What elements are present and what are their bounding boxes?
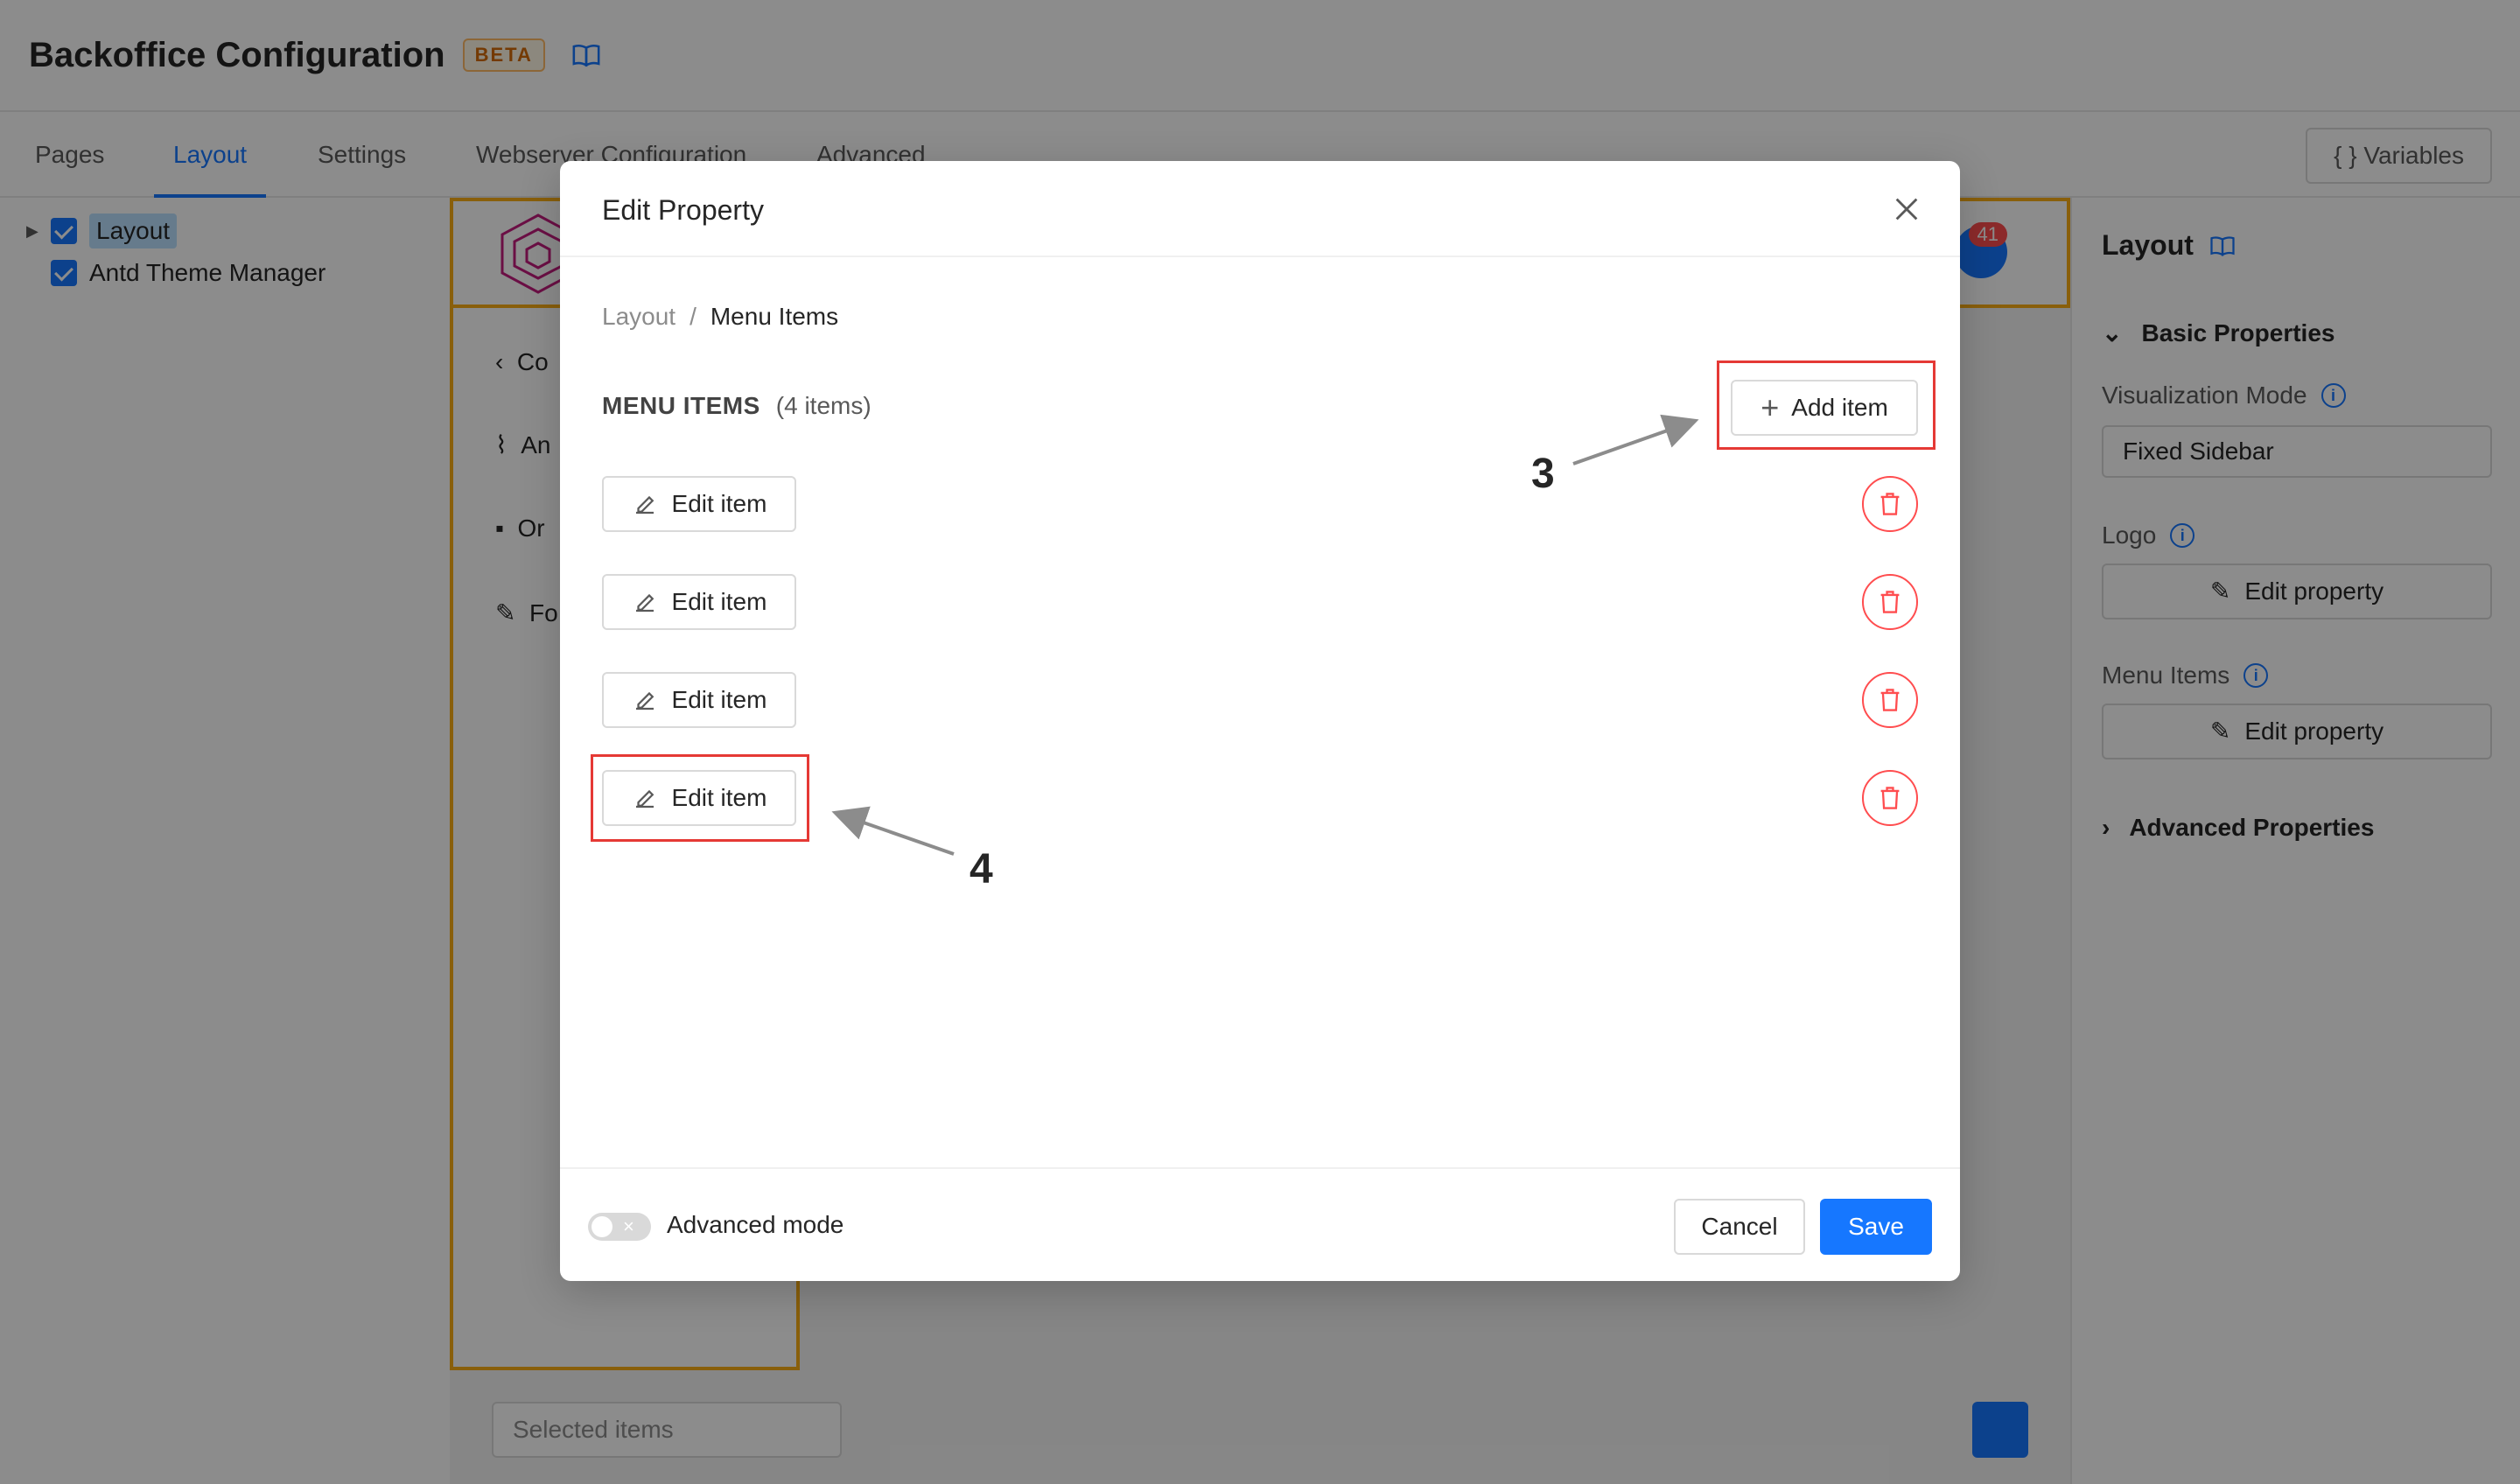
modal-footer: × Advanced mode Cancel Save [560,1167,1960,1281]
edit-property-modal: Edit Property Layout / Menu Items MENU I… [560,161,1960,1281]
advanced-mode-toggle[interactable]: × [588,1213,651,1241]
annotation-arrows [831,414,1699,856]
save-button[interactable]: Save [1820,1199,1932,1255]
annotation-number: 3 [1531,451,1555,497]
close-icon: × [623,1215,634,1237]
advanced-mode-label: Advanced mode [667,1211,844,1238]
cancel-button[interactable]: Cancel [1674,1199,1805,1255]
annotation-number: 4 [970,846,993,892]
